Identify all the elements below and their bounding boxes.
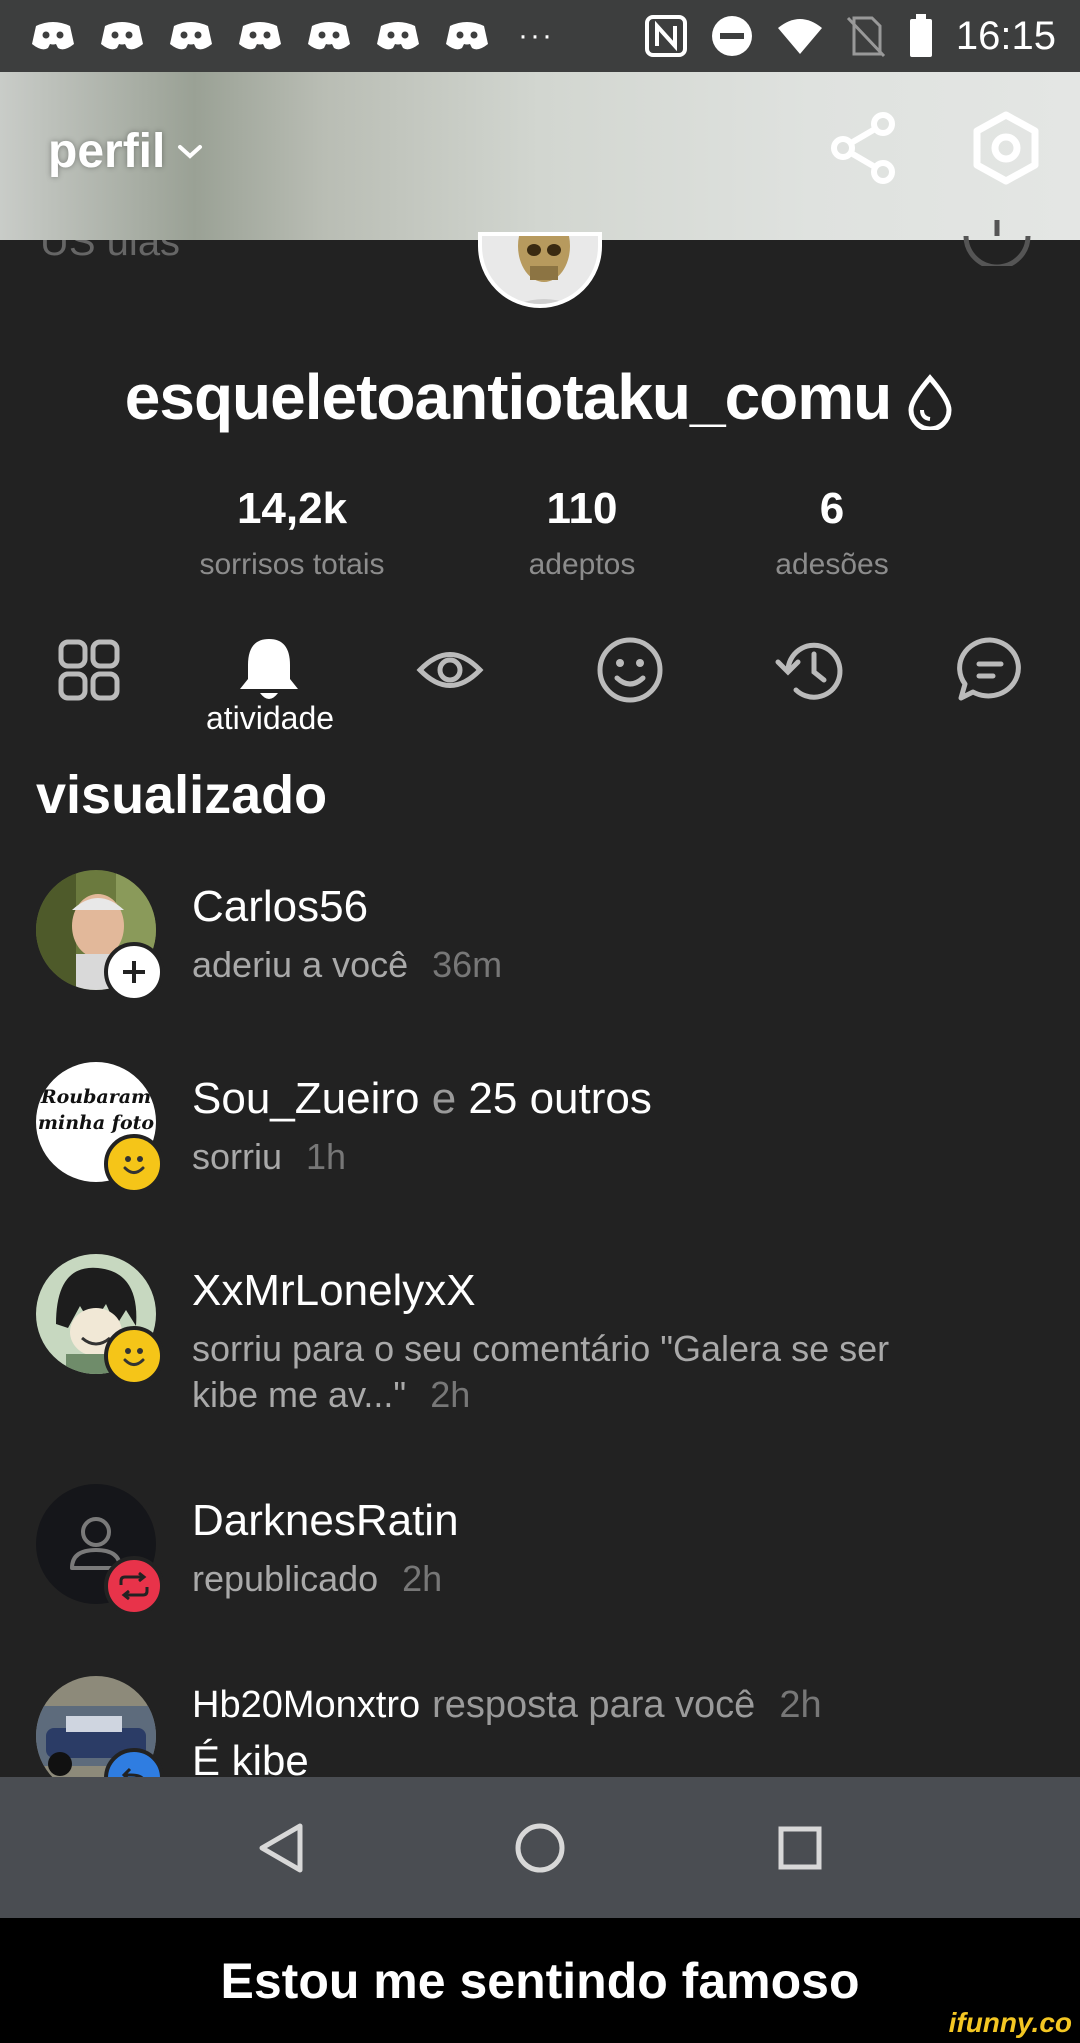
item-action: sorriu para o seu comentário "Galera se …: [192, 1326, 912, 1418]
settings-button[interactable]: [966, 108, 1046, 188]
others-count[interactable]: 25 outros: [468, 1074, 651, 1123]
home-button[interactable]: [495, 1803, 585, 1893]
status-icons: 16:15: [644, 0, 1056, 72]
discord-icon: [239, 22, 281, 50]
item-username[interactable]: Hb20Monxtro resposta para você 2h: [192, 1684, 822, 1727]
profile-menu-dropdown[interactable]: perfil: [48, 124, 203, 179]
discord-icon: [308, 22, 350, 50]
discord-icon: [170, 22, 212, 50]
meme-caption: Estou me sentindo famoso: [0, 1918, 1080, 2043]
recents-button[interactable]: [755, 1803, 845, 1893]
add-icon[interactable]: [962, 220, 1032, 266]
username-text: esqueletoantiotaku_comu: [124, 361, 892, 433]
item-time: 36m: [432, 944, 503, 985]
share-icon: [831, 112, 895, 184]
action-text: republicado: [192, 1558, 379, 1599]
avatar-caption: Roubaram minha foto: [37, 1086, 155, 1134]
stat-label: adesões: [775, 548, 889, 581]
tab-history[interactable]: [765, 630, 855, 710]
plus-icon: [123, 961, 145, 983]
battery-icon: [909, 14, 932, 57]
stat-label: sorrisos totais: [199, 548, 385, 581]
discord-icon: [377, 22, 419, 50]
item-action: sorriu 1h: [192, 1134, 912, 1180]
stat-value: 6: [819, 484, 845, 533]
profile-header: perfil: [0, 72, 1080, 240]
tab-activity-label: atividade: [205, 700, 335, 736]
item-username[interactable]: XxMrLonelyxX: [192, 1266, 476, 1316]
item-time: 2h: [402, 1558, 443, 1599]
app-screen: ··· 16:15 perfil US ulas esqueletoantiot…: [0, 0, 1080, 1918]
item-time: 1h: [306, 1136, 347, 1177]
profile-username: esqueletoantiotaku_comu: [0, 360, 1080, 434]
section-title: visualizado: [36, 765, 328, 825]
header-title: perfil: [48, 125, 166, 178]
recents-square-icon: [778, 1826, 822, 1869]
item-action: aderiu a você 36m: [192, 942, 912, 988]
username-text: Hb20Monxtro: [192, 1684, 421, 1726]
notification-icons: [30, 18, 490, 54]
drop-icon: [908, 374, 952, 432]
inline-action: resposta para você: [432, 1684, 756, 1726]
tab-grid[interactable]: [44, 630, 134, 710]
bell-icon: [240, 639, 298, 699]
smile-icon: [123, 1348, 145, 1366]
smile-badge: [104, 1134, 164, 1194]
system-navigation-bar: [0, 1777, 1080, 1918]
item-username[interactable]: DarknesRatin: [192, 1496, 459, 1546]
repost-badge: [104, 1556, 164, 1616]
stat-total-smiles[interactable]: 14,2k sorrisos totais: [142, 484, 442, 582]
discord-icon: [101, 22, 143, 50]
smile-badge: [104, 1326, 164, 1386]
tab-smiles[interactable]: [585, 630, 675, 710]
home-circle-icon: [515, 1823, 565, 1872]
follow-badge: [104, 942, 164, 1002]
clock: 16:15: [955, 13, 1056, 58]
wifi-icon: [777, 19, 822, 54]
status-bar: ··· 16:15: [0, 0, 1080, 72]
action-text: aderiu a você: [192, 944, 409, 985]
action-text: sorriu: [192, 1136, 283, 1177]
back-button[interactable]: [235, 1803, 325, 1893]
eye-icon: [416, 652, 484, 688]
profile-avatar[interactable]: [478, 232, 602, 308]
tab-activity[interactable]: [224, 630, 314, 710]
stat-value: 14,2k: [236, 484, 348, 533]
item-time: 2h: [430, 1374, 471, 1415]
conjunction: e: [419, 1074, 469, 1123]
do-not-disturb-icon: [711, 16, 752, 56]
repost-icon: [119, 1571, 149, 1601]
share-button[interactable]: [824, 108, 904, 188]
overflow-dots: ···: [518, 19, 554, 52]
item-time: 2h: [779, 1684, 822, 1726]
history-icon: [775, 642, 843, 700]
item-action: republicado 2h: [192, 1556, 912, 1602]
action-text: sorriu para o seu comentário "Galera se …: [192, 1328, 890, 1415]
nfc-icon: [644, 15, 687, 57]
no-sim-icon: [846, 16, 885, 58]
username-text: Sou_Zueiro: [192, 1074, 420, 1123]
ifunny-watermark: ifunny.co: [948, 2007, 1072, 2038]
discord-icon: [446, 22, 488, 50]
comment-icon: [957, 637, 1021, 701]
back-triangle-icon: [259, 1823, 303, 1872]
item-username[interactable]: Sou_Zueiro e 25 outros: [192, 1074, 652, 1124]
item-username[interactable]: Carlos56: [192, 882, 368, 932]
settings-hexagon-icon: [973, 111, 1039, 185]
discord-icon: [32, 22, 74, 50]
chevron-down-icon: [178, 144, 203, 159]
skull-avatar-image: [482, 236, 598, 304]
stat-following[interactable]: 6 adesões: [682, 484, 982, 582]
tab-comments[interactable]: [945, 630, 1035, 710]
tab-views[interactable]: [405, 630, 495, 710]
smile-icon: [597, 637, 663, 703]
grid-icon: [58, 639, 120, 701]
smile-icon: [123, 1156, 145, 1174]
